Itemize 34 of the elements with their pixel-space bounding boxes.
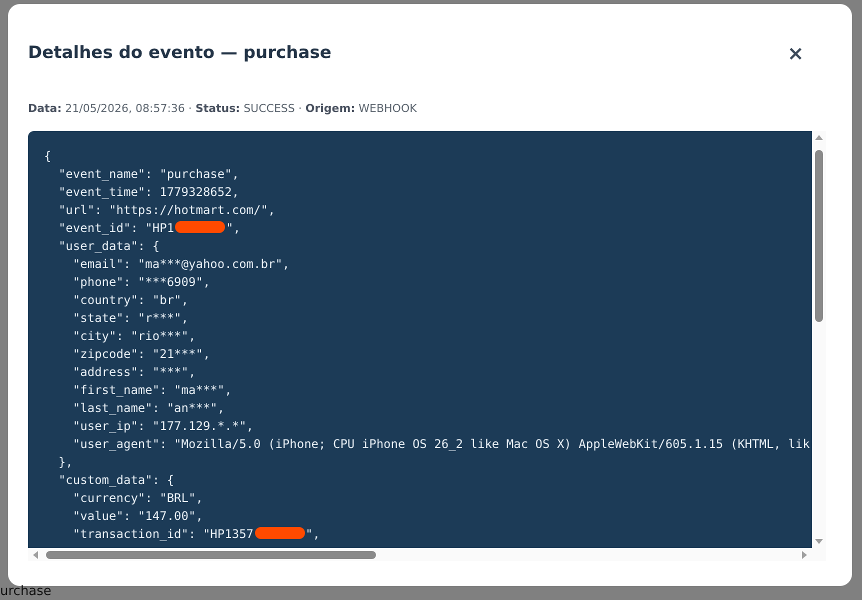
dialog-title: Detalhes do evento — purchase [28, 43, 332, 63]
scrollbar-thumb[interactable] [815, 150, 823, 322]
scroll-right-icon[interactable] [802, 550, 808, 558]
code-line: "state": "r***", [72, 310, 188, 327]
close-button[interactable]: × [783, 41, 808, 65]
scroll-left-icon[interactable] [32, 550, 38, 558]
code-line: "address": "***", [72, 364, 196, 381]
scroll-up-icon[interactable] [815, 134, 823, 140]
code-line: "last_name": "an***", [72, 400, 225, 417]
code-line: "country": "br", [72, 292, 188, 309]
code-line: "currency": "BRL", [72, 490, 203, 507]
code-line: "event_time": 1779328652, [57, 184, 240, 201]
code-line: "value": "147.00", [72, 508, 203, 525]
code-line: "custom_data": { [57, 472, 174, 489]
code-line: "user_data": { [57, 238, 160, 255]
code-line: { [44, 148, 52, 165]
code-line: "event_id": "HP1 ", [57, 220, 240, 237]
vertical-scrollbar[interactable] [812, 131, 826, 548]
code-line: "event_name": "purchase", [57, 166, 240, 183]
code-line: "transaction_id": "HP1357 ", [72, 526, 320, 543]
horizontal-scrollbar[interactable] [28, 548, 812, 561]
code-line: "zipcode": "21***", [72, 346, 210, 363]
scrollbar-thumb[interactable] [46, 551, 376, 559]
page-text: urchase [0, 584, 52, 599]
code-line: }, [57, 454, 73, 471]
code-line: "user_ip": "177.129.*.*", [72, 418, 254, 435]
code-line: "city": "rio***", [72, 328, 196, 345]
event-meta: Data: 21/05/2026, 08:57:36 · Status: SUCCESS · Origem: WEBHOOK [28, 102, 418, 117]
scroll-down-icon[interactable] [815, 539, 823, 545]
code-line: "user_agent": "Mozilla/5.0 (iPhone; CPU iPhone OS 26_2 like Mac OS X) AppleWebKit/605.1.15 (KHTML, lik [72, 436, 810, 453]
code-line: "url": "https://hotmart.com/", [57, 202, 276, 219]
code-line: "first_name": "ma***", [72, 382, 232, 399]
code-line: "email": "ma***@yahoo.com.br", [72, 256, 290, 273]
code-line: "phone": "***6909", [72, 274, 210, 291]
